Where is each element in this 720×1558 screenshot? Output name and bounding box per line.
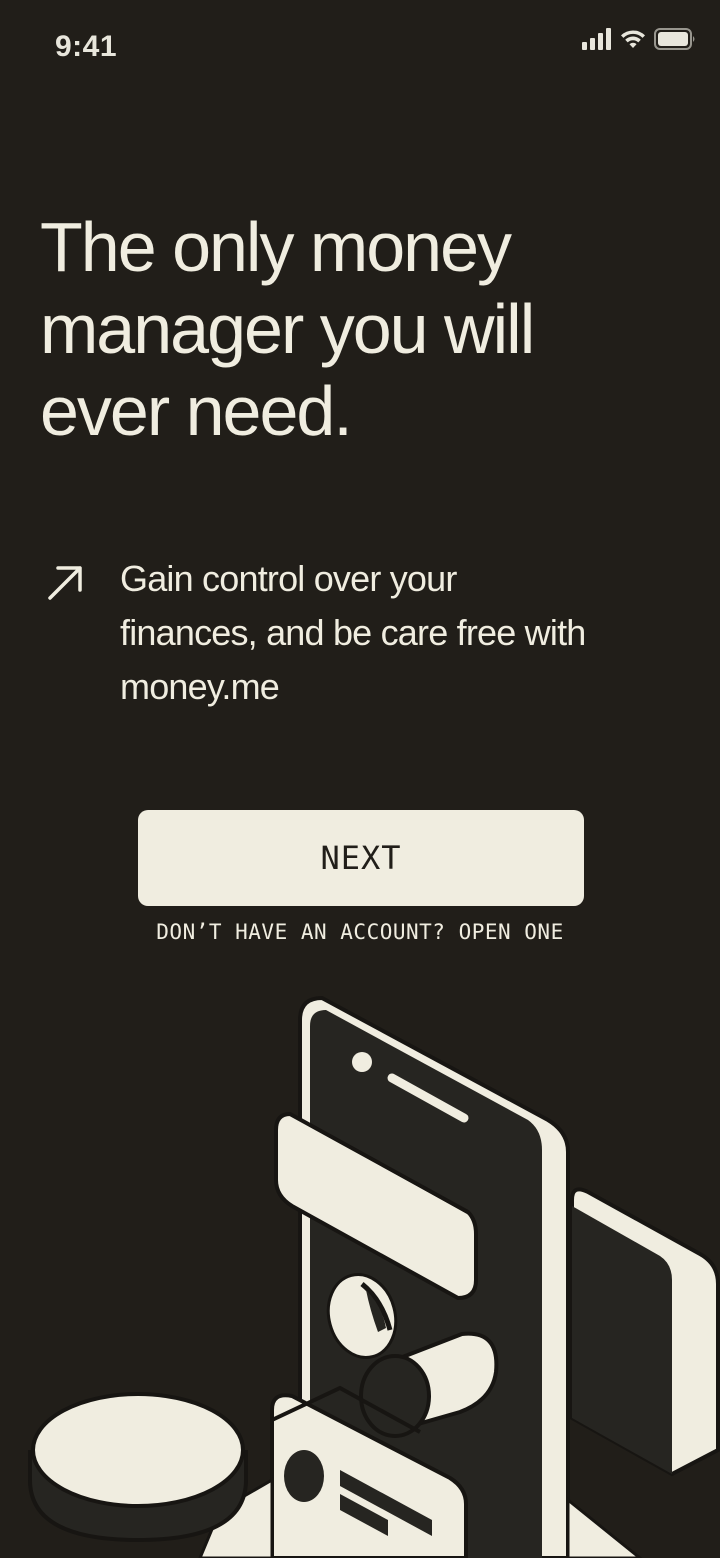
signal-icon — [582, 28, 611, 50]
status-time: 9:41 — [55, 30, 118, 63]
next-button[interactable]: NEXT — [138, 810, 584, 906]
tagline: Gain control over your finances, and be … — [120, 558, 586, 707]
headline: The only money manager you will ever nee… — [40, 208, 535, 450]
status-icons — [582, 28, 696, 50]
battery-icon — [654, 28, 695, 50]
status-bar: 9:41 — [0, 0, 720, 90]
arrow-up-right-icon — [48, 566, 82, 600]
open-account-link[interactable]: DON’T HAVE AN ACCOUNT? OPEN ONE — [0, 920, 720, 944]
wifi-icon — [621, 30, 645, 48]
phone-finance-illustration — [28, 995, 720, 1558]
